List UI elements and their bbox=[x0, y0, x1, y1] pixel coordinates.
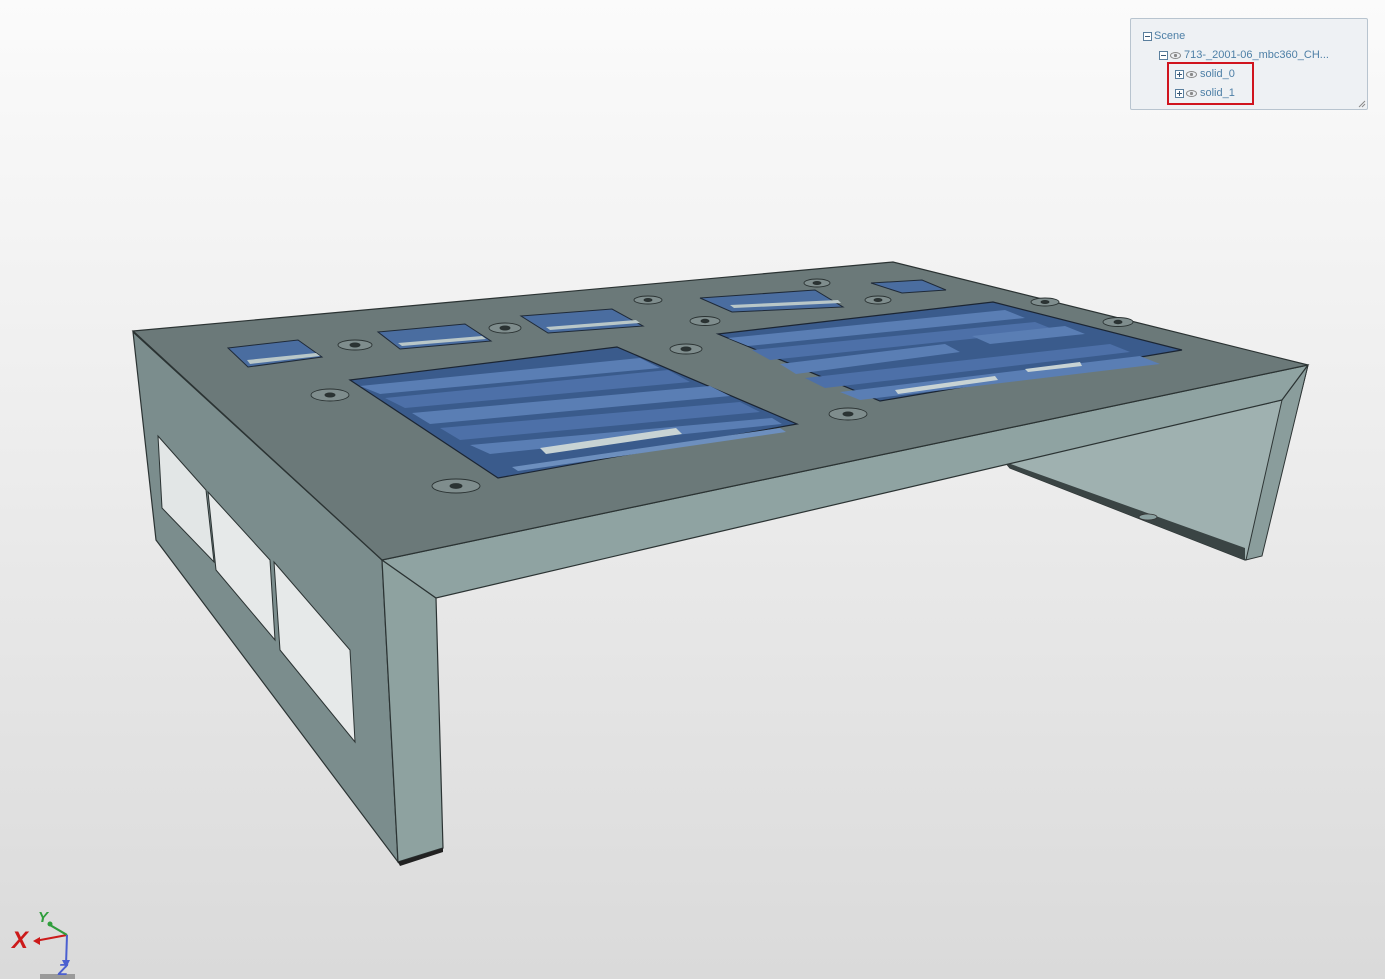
collapse-icon[interactable] bbox=[1143, 31, 1152, 41]
collapse-icon[interactable] bbox=[1159, 50, 1168, 60]
tree-node-scene[interactable]: Scene bbox=[1143, 29, 1185, 43]
tree-node-label[interactable]: solid_1 bbox=[1200, 87, 1235, 99]
tree-node-solid-1[interactable]: solid_1 bbox=[1175, 86, 1235, 100]
y-axis-line bbox=[49, 924, 68, 936]
scene-tree-panel[interactable]: Scene 713-_2001-06_mbc360_CH... solid_0 … bbox=[1130, 18, 1368, 110]
tree-node-solid-0[interactable]: solid_0 bbox=[1175, 67, 1235, 81]
eye-icon[interactable] bbox=[1170, 51, 1181, 59]
tree-node-model[interactable]: 713-_2001-06_mbc360_CH... bbox=[1159, 48, 1329, 62]
axis-triad: X Y Z bbox=[10, 909, 75, 979]
x-axis-label: X bbox=[10, 927, 30, 954]
tree-node-label[interactable]: Scene bbox=[1154, 30, 1185, 42]
eye-icon[interactable] bbox=[1186, 89, 1197, 97]
tree-node-label[interactable]: 713-_2001-06_mbc360_CH... bbox=[1184, 49, 1329, 61]
3d-viewport[interactable]: X Y Z bbox=[0, 0, 1385, 979]
eye-icon[interactable] bbox=[1186, 70, 1197, 78]
tree-node-label[interactable]: solid_0 bbox=[1200, 68, 1235, 80]
expand-icon[interactable] bbox=[1175, 69, 1184, 79]
expand-icon[interactable] bbox=[1175, 88, 1184, 98]
resize-grip-icon[interactable] bbox=[1358, 100, 1366, 108]
z-axis-label: Z bbox=[57, 962, 69, 979]
